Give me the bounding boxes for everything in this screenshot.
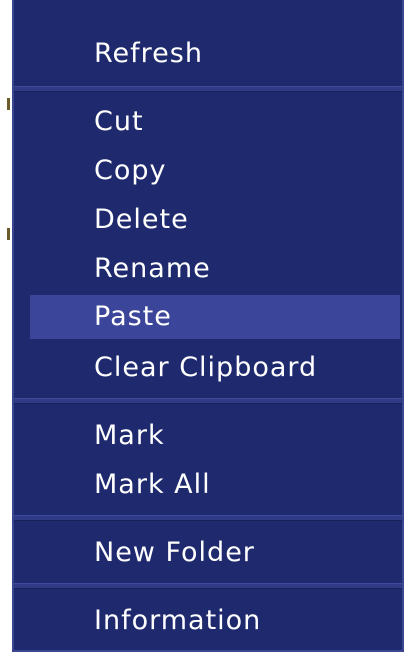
menu-separator: [14, 583, 402, 589]
menu-item-mark[interactable]: Mark: [30, 414, 400, 458]
menu-separator: [14, 515, 402, 521]
menu-item-paste[interactable]: Paste: [30, 295, 400, 339]
menu-item-new-folder[interactable]: New Folder: [30, 531, 400, 575]
background-mark: [7, 98, 10, 110]
menu-separator: [14, 398, 402, 404]
context-menu: Refresh Cut Copy Delete Rename Paste Cle…: [12, 0, 404, 652]
menu-item-information[interactable]: Information: [30, 599, 400, 643]
menu-item-clear-clipboard[interactable]: Clear Clipboard: [30, 346, 400, 390]
screen: Refresh Cut Copy Delete Rename Paste Cle…: [0, 0, 407, 655]
menu-item-cut[interactable]: Cut: [30, 100, 400, 144]
menu-item-refresh[interactable]: Refresh: [30, 32, 400, 76]
menu-item-copy[interactable]: Copy: [30, 149, 400, 193]
menu-item-delete[interactable]: Delete: [30, 198, 400, 242]
menu-item-mark-all[interactable]: Mark All: [30, 463, 400, 507]
menu-item-rename[interactable]: Rename: [30, 247, 400, 291]
menu-separator: [14, 86, 402, 92]
background-mark: [7, 228, 10, 240]
background-window-edge: [0, 0, 12, 655]
